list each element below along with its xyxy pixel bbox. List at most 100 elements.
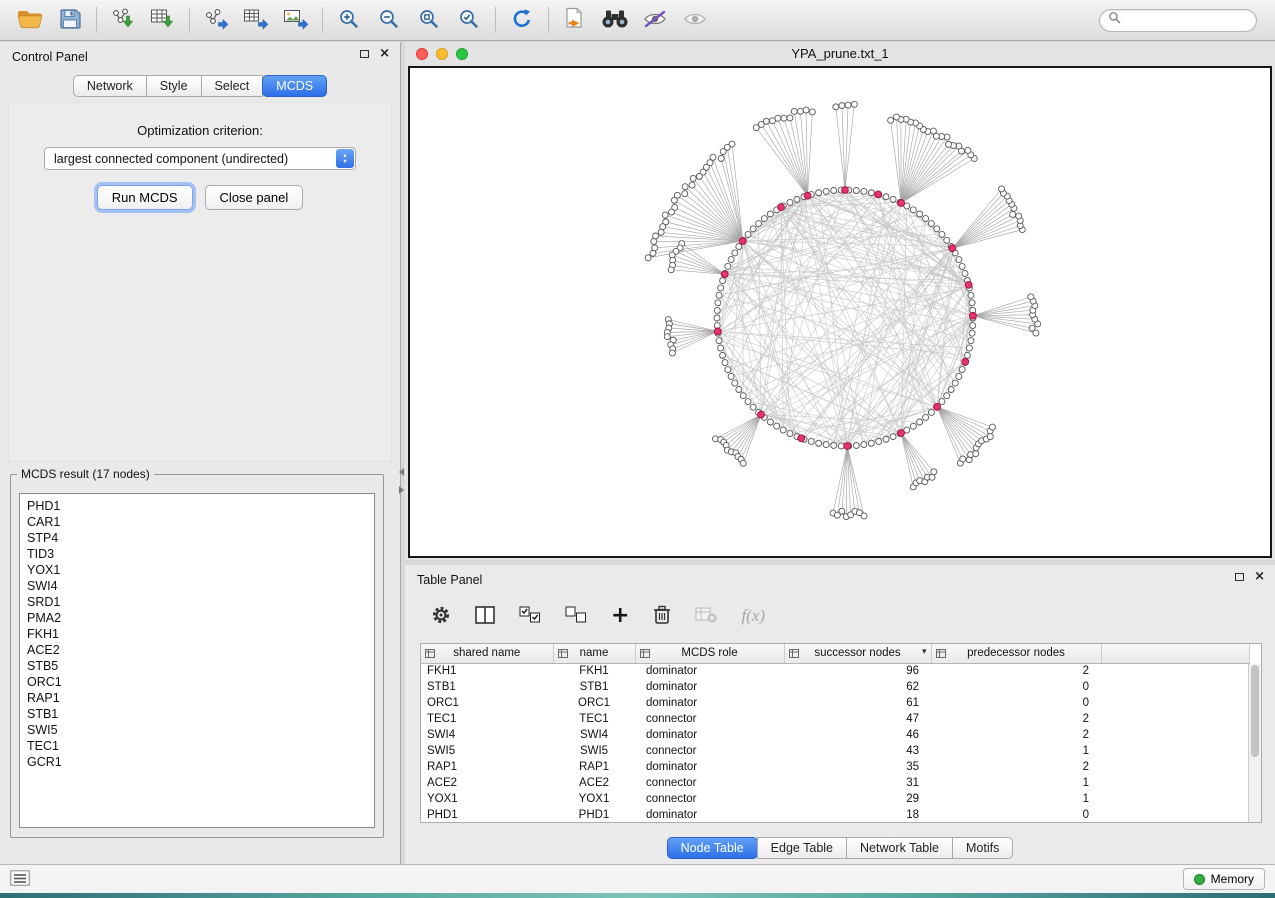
- table-row[interactable]: SWI5SWI5connector431: [421, 743, 1250, 759]
- control-panel-tabs: NetworkStyleSelectMCDS: [0, 75, 400, 97]
- table-row[interactable]: STB1STB1dominator620: [421, 679, 1250, 695]
- mcds-result-item[interactable]: TID3: [27, 546, 367, 562]
- table-row[interactable]: ORC1ORC1dominator610: [421, 695, 1250, 711]
- import-table-button[interactable]: [143, 4, 183, 36]
- cell-role: dominator: [635, 727, 784, 743]
- mcds-result-item[interactable]: CAR1: [27, 514, 367, 530]
- mcds-result-group: MCDS result (17 nodes) PHD1CAR1STP4TID3Y…: [10, 467, 384, 838]
- table-row[interactable]: SWI4SWI4dominator462: [421, 727, 1250, 743]
- table-row[interactable]: TEC1TEC1connector472: [421, 711, 1250, 727]
- import-network-button[interactable]: [103, 4, 143, 36]
- zoom-out-button[interactable]: [369, 4, 409, 36]
- delete-column-button[interactable]: [653, 601, 671, 631]
- column-header-MCDS-role[interactable]: MCDS role: [635, 644, 784, 663]
- tab-edge-table[interactable]: Edge Table: [757, 837, 847, 859]
- cell-shared_name: FKH1: [421, 663, 553, 679]
- table-row[interactable]: YOX1YOX1connector291: [421, 791, 1250, 807]
- float-panel-icon[interactable]: [1235, 573, 1244, 581]
- scrollbar-thumb[interactable]: [1251, 665, 1259, 757]
- mcds-result-item[interactable]: PHD1: [27, 498, 367, 514]
- deselect-all-button[interactable]: [565, 601, 587, 631]
- close-panel-icon[interactable]: ×: [1254, 572, 1265, 582]
- column-header-shared-name[interactable]: shared name: [421, 644, 553, 663]
- mcds-result-item[interactable]: RAP1: [27, 690, 367, 706]
- search-input[interactable]: [1126, 13, 1275, 27]
- cell-filler: [1101, 743, 1250, 759]
- refresh-button[interactable]: [502, 4, 542, 36]
- memory-button[interactable]: Memory: [1183, 868, 1265, 890]
- create-column-button[interactable]: +: [611, 601, 629, 631]
- share-document-button[interactable]: [555, 4, 595, 36]
- gear-icon: [431, 605, 451, 628]
- search-field[interactable]: [1099, 9, 1257, 32]
- show-details-button[interactable]: [675, 4, 715, 36]
- mcds-result-item[interactable]: SWI4: [27, 578, 367, 594]
- zoom-selected-button[interactable]: [449, 4, 489, 36]
- mcds-result-item[interactable]: SWI5: [27, 722, 367, 738]
- criterion-select[interactable]: largest connected component (undirected)…: [44, 147, 356, 170]
- cell-predecessors: 2: [931, 759, 1101, 775]
- tab-mcds[interactable]: MCDS: [262, 75, 327, 97]
- tab-node-table[interactable]: Node Table: [667, 837, 758, 859]
- zoom-in-button[interactable]: [329, 4, 369, 36]
- cell-predecessors: 2: [931, 727, 1101, 743]
- cell-role: dominator: [635, 695, 784, 711]
- save-session-button[interactable]: [50, 4, 90, 36]
- cell-name: ACE2: [553, 775, 635, 791]
- mcds-result-item[interactable]: ACE2: [27, 642, 367, 658]
- select-all-button[interactable]: [519, 601, 541, 631]
- tab-style[interactable]: Style: [146, 75, 202, 97]
- run-mcds-button[interactable]: Run MCDS: [97, 185, 193, 210]
- show-column-button[interactable]: [475, 601, 495, 631]
- export-table-button[interactable]: [236, 4, 276, 36]
- open-session-button[interactable]: [10, 4, 50, 36]
- tab-select[interactable]: Select: [201, 75, 264, 97]
- network-view: YPA_prune.txt_1: [405, 42, 1275, 560]
- mcds-result-item[interactable]: TEC1: [27, 738, 367, 754]
- close-panel-button[interactable]: Close panel: [205, 185, 304, 210]
- task-history-button[interactable]: [10, 864, 30, 894]
- table-row[interactable]: PHD1PHD1dominator180: [421, 807, 1250, 823]
- function-builder-button[interactable]: f(x): [741, 601, 765, 631]
- column-header-predecessor-nodes[interactable]: predecessor nodes: [931, 644, 1101, 663]
- mcds-result-list[interactable]: PHD1CAR1STP4TID3YOX1SWI4SRD1PMA2FKH1ACE2…: [19, 493, 375, 828]
- mcds-result-item[interactable]: SRD1: [27, 594, 367, 610]
- close-window-button[interactable]: [416, 48, 428, 60]
- export-image-button[interactable]: [276, 4, 316, 36]
- network-canvas[interactable]: [408, 66, 1272, 558]
- mcds-result-item[interactable]: PMA2: [27, 610, 367, 626]
- trash-icon: [653, 605, 671, 628]
- chevron-down-icon[interactable]: ▾: [922, 647, 927, 657]
- first-neighbors-button[interactable]: [595, 4, 635, 36]
- mcds-result-item[interactable]: YOX1: [27, 562, 367, 578]
- table-row[interactable]: RAP1RAP1dominator352: [421, 759, 1250, 775]
- zoom-fit-button[interactable]: [409, 4, 449, 36]
- table-row[interactable]: ACE2ACE2connector311: [421, 775, 1250, 791]
- delete-table-button[interactable]: [695, 601, 717, 631]
- tab-network[interactable]: Network: [73, 75, 147, 97]
- mcds-result-item[interactable]: ORC1: [27, 674, 367, 690]
- main-toolbar: [0, 0, 1275, 41]
- maximize-window-button[interactable]: [456, 48, 468, 60]
- mcds-result-item[interactable]: STB5: [27, 658, 367, 674]
- optimization-criterion-label: Optimization criterion:: [9, 123, 391, 138]
- table-row[interactable]: FKH1FKH1dominator962: [421, 663, 1250, 679]
- table-panel-header: Table Panel ×: [405, 565, 1275, 595]
- mcds-result-item[interactable]: FKH1: [27, 626, 367, 642]
- panel-splitter[interactable]: [398, 468, 405, 494]
- column-header-successor-nodes[interactable]: successor nodes▾: [784, 644, 931, 663]
- mcds-result-item[interactable]: STP4: [27, 530, 367, 546]
- minimize-window-button[interactable]: [436, 48, 448, 60]
- hide-details-button[interactable]: [635, 4, 675, 36]
- column-header-name[interactable]: name: [553, 644, 635, 663]
- table-options-button[interactable]: [431, 601, 451, 631]
- tab-motifs[interactable]: Motifs: [952, 837, 1013, 859]
- export-network-button[interactable]: [196, 4, 236, 36]
- float-panel-icon[interactable]: [360, 50, 369, 58]
- tab-network-table[interactable]: Network Table: [846, 837, 953, 859]
- mcds-result-item[interactable]: GCR1: [27, 754, 367, 770]
- close-panel-icon[interactable]: ×: [379, 49, 390, 59]
- table-scrollbar[interactable]: [1248, 664, 1261, 822]
- mcds-result-item[interactable]: STB1: [27, 706, 367, 722]
- column-sort-icon: [640, 649, 650, 661]
